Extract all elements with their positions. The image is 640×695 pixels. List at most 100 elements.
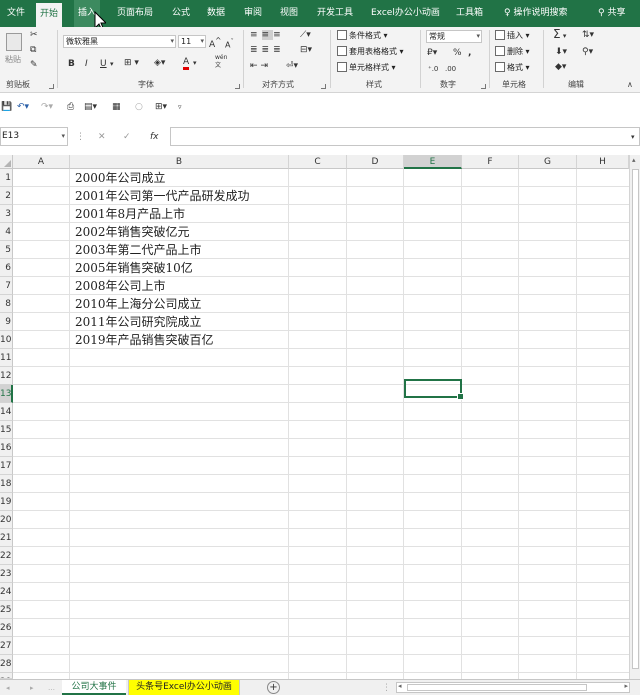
row-header[interactable]: 16 — [0, 439, 13, 457]
row-header[interactable]: 17 — [0, 457, 13, 475]
fill-icon[interactable]: ⬇▾ — [555, 46, 567, 58]
add-sheet-icon[interactable]: + — [267, 681, 280, 694]
row-header[interactable]: 13 — [0, 385, 13, 403]
row-header[interactable]: 22 — [0, 547, 13, 565]
tab-home[interactable]: 开始 — [36, 3, 63, 27]
cell-b5[interactable]: 2003年第二代产品上市 — [75, 241, 202, 259]
row-header[interactable]: 9 — [0, 313, 13, 331]
percent-button[interactable]: % — [453, 47, 462, 59]
tab-toolbox[interactable]: 工具箱 — [452, 0, 487, 27]
delete-cells-button[interactable]: 删除 ▾ — [495, 46, 530, 58]
tab-file[interactable]: 文件 — [3, 0, 29, 27]
font-launcher[interactable] — [235, 84, 240, 89]
indent-icons[interactable]: ⇤⇥ — [250, 60, 271, 72]
next-sheet-icon[interactable]: ▸ — [30, 682, 34, 694]
currency-icon[interactable]: ₽▾ — [427, 47, 437, 59]
row-header[interactable]: 19 — [0, 493, 13, 511]
cut-icon[interactable]: ✂ — [30, 29, 38, 41]
clear-icon[interactable]: ◆▾ — [555, 61, 566, 73]
underline-button[interactable]: U — [100, 58, 107, 70]
cancel-icon[interactable]: ✕ — [98, 131, 106, 143]
phonetic-button[interactable]: wén 文 — [215, 54, 227, 70]
wrap-text-icon[interactable]: ⏎▾ — [286, 60, 298, 72]
prev-sheet-icon[interactable]: ◂ — [6, 682, 10, 694]
sheet-tab-toutiao[interactable]: 头条号Excel办公小动画 — [128, 680, 240, 695]
font-size-select[interactable]: 11 ▾ — [178, 35, 206, 48]
column-header[interactable]: C — [289, 155, 347, 169]
cell-b6[interactable]: 2005年销售突破10亿 — [75, 259, 193, 277]
scroll-left-icon[interactable]: ◂ — [398, 682, 402, 690]
redo-icon[interactable]: ↷▾ — [41, 101, 53, 113]
cell-grid[interactable]: 2000年公司成立 2001年公司第一代产品研发成功 2001年8月产品上市 2… — [13, 169, 629, 679]
row-header[interactable]: 27 — [0, 637, 13, 655]
clipboard-launcher[interactable] — [49, 84, 54, 89]
tab-excel-animation[interactable]: Excel办公小动画 — [367, 0, 444, 27]
conditional-format-button[interactable]: 条件格式 ▾ — [337, 30, 388, 42]
horizontal-scrollbar[interactable]: ◂ ▸ — [396, 682, 630, 693]
comma-button[interactable]: , — [468, 47, 471, 59]
grow-font-button[interactable]: A^ — [209, 35, 221, 51]
form-icon[interactable]: ▤▾ — [84, 101, 97, 113]
font-name-select[interactable]: 微软雅黑 ▾ — [63, 35, 176, 48]
row-header[interactable]: 5 — [0, 241, 13, 259]
format-as-table-button[interactable]: 套用表格格式 ▾ — [337, 46, 404, 58]
number-format-select[interactable]: 常规 ▾ — [426, 30, 482, 43]
insert-function-icon[interactable]: fx — [150, 131, 159, 143]
italic-button[interactable]: I — [85, 58, 88, 70]
row-header[interactable]: 3 — [0, 205, 13, 223]
column-header[interactable]: A — [13, 155, 70, 169]
row-header[interactable]: 6 — [0, 259, 13, 277]
row-header[interactable]: 26 — [0, 619, 13, 637]
row-header[interactable]: 10 — [0, 331, 13, 349]
chevron-down-icon[interactable]: ▾ — [193, 57, 197, 69]
undo-icon[interactable]: ↶▾ — [17, 101, 29, 113]
row-header[interactable]: 11 — [0, 349, 13, 367]
enter-icon[interactable]: ✓ — [123, 131, 131, 143]
active-cell-e13[interactable] — [404, 379, 464, 400]
row-header[interactable]: 24 — [0, 583, 13, 601]
sort-filter-icon[interactable]: ⇅▾ — [582, 29, 594, 41]
decrease-decimal-icon[interactable]: .00 — [445, 63, 456, 75]
column-header[interactable]: D — [347, 155, 404, 169]
row-header[interactable]: 21 — [0, 529, 13, 547]
bold-button[interactable]: B — [68, 58, 75, 70]
tab-formulas[interactable]: 公式 — [168, 0, 194, 27]
row-header[interactable]: 7 — [0, 277, 13, 295]
column-header[interactable]: E — [404, 155, 462, 169]
cell-styles-button[interactable]: 单元格样式 ▾ — [337, 62, 396, 74]
row-header[interactable]: 20 — [0, 511, 13, 529]
vertical-scrollbar[interactable]: ▴ — [629, 155, 640, 679]
cell-b7[interactable]: 2008年公司上市 — [75, 277, 166, 295]
cell-b2[interactable]: 2001年公司第一代产品研发成功 — [75, 187, 250, 205]
scroll-up-icon[interactable]: ▴ — [632, 156, 636, 164]
scroll-right-icon[interactable]: ▸ — [624, 682, 628, 690]
cell-b3[interactable]: 2001年8月产品上市 — [75, 205, 185, 223]
row-header[interactable]: 14 — [0, 403, 13, 421]
row-header[interactable]: 23 — [0, 565, 13, 583]
scrollbar-thumb[interactable] — [632, 169, 639, 669]
cell-b8[interactable]: 2010年上海分公司成立 — [75, 295, 202, 313]
autosum-button[interactable]: Σ ▾ — [553, 28, 566, 42]
tab-view[interactable]: 视图 — [276, 0, 302, 27]
share-button[interactable]: ⚲ 共享 — [594, 0, 629, 27]
print-preview-icon[interactable]: ⎙ — [67, 101, 74, 113]
column-header[interactable]: F — [462, 155, 519, 169]
tab-developer[interactable]: 开发工具 — [313, 0, 357, 27]
format-painter-icon[interactable]: ✎ — [30, 59, 38, 71]
customize-qat-icon[interactable]: ▿ — [178, 101, 182, 113]
row-header[interactable]: 8 — [0, 295, 13, 313]
horizontal-align-icons[interactable]: ≣≣≣ — [250, 44, 285, 56]
save-icon[interactable]: 💾 — [1, 101, 12, 113]
formula-input[interactable] — [170, 127, 640, 146]
copy-icon[interactable]: ⧉ — [30, 44, 36, 56]
tab-page-layout[interactable]: 页面布局 — [113, 0, 157, 27]
increase-decimal-icon[interactable]: ⁺.0 — [428, 63, 438, 75]
chevron-down-icon[interactable]: ▾ — [110, 58, 114, 70]
select-all-corner[interactable] — [0, 155, 13, 169]
orientation-icon[interactable]: ⟋▾ — [300, 29, 311, 41]
row-header[interactable]: 25 — [0, 601, 13, 619]
cell-b9[interactable]: 2011年公司研究院成立 — [75, 313, 202, 331]
tab-data[interactable]: 数据 — [203, 0, 229, 27]
calc-icon[interactable]: ▦ — [112, 101, 121, 113]
paste-button[interactable]: 粘贴 — [5, 54, 21, 66]
